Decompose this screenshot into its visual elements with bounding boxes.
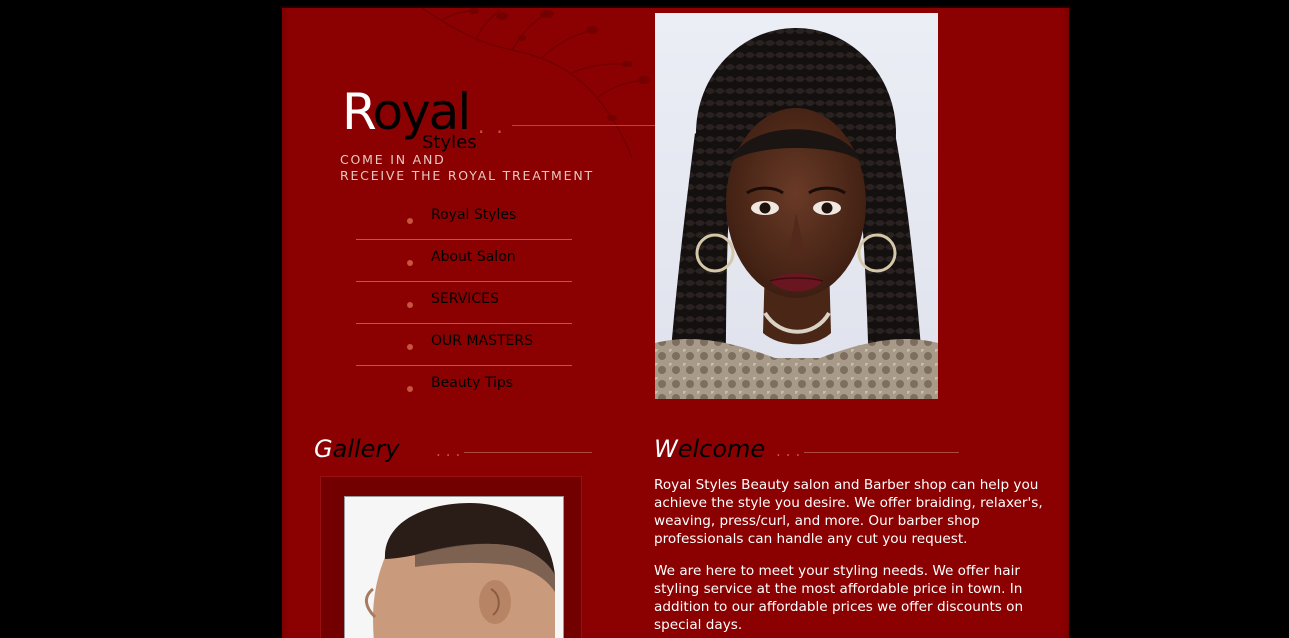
- nav-item-label[interactable]: SERVICES: [431, 290, 499, 308]
- haircut-photo-icon: [345, 497, 563, 638]
- nav-item-beauty-tips[interactable]: Beauty Tips: [356, 366, 572, 408]
- logo-initial: R: [342, 83, 374, 141]
- gallery-title-initial: G: [314, 435, 333, 463]
- hero-portrait-image: [655, 13, 938, 399]
- page-container: Royal .. Styles COME IN AND RECEIVE THE …: [282, 8, 1069, 638]
- logo-subtitle: Styles: [422, 132, 477, 153]
- welcome-title: Welcome: [654, 434, 765, 464]
- gallery-thumbnail[interactable]: [344, 496, 564, 638]
- gallery-heading: Gallery ...: [314, 434, 594, 474]
- welcome-title-initial: W: [654, 435, 678, 463]
- gallery-divider-line: [464, 452, 592, 453]
- welcome-heading: Welcome ...: [654, 434, 959, 474]
- bullet-icon: [407, 344, 413, 350]
- welcome-title-rest: elcome: [677, 435, 766, 463]
- welcome-divider-line: [804, 452, 959, 453]
- nav-item-label[interactable]: About Salon: [431, 248, 516, 266]
- nav-item-label[interactable]: Royal Styles: [431, 206, 516, 224]
- bullet-icon: [407, 386, 413, 392]
- tagline-line-2: RECEIVE THE ROYAL TREATMENT: [340, 168, 594, 183]
- bullet-icon: [407, 302, 413, 308]
- gallery-frame: [320, 476, 582, 638]
- gallery-title-rest: allery: [332, 435, 400, 463]
- welcome-body: Royal Styles Beauty salon and Barber sho…: [654, 476, 1050, 638]
- site-logo[interactable]: Royal .. Styles: [342, 83, 714, 154]
- bullet-icon: [407, 218, 413, 224]
- tagline: COME IN AND RECEIVE THE ROYAL TREATMENT: [340, 152, 594, 184]
- nav-item-about-salon[interactable]: About Salon: [356, 240, 572, 282]
- nav-item-royal-styles[interactable]: Royal Styles: [356, 198, 572, 240]
- logo-dots: ..: [478, 114, 515, 138]
- portrait-photo-icon: [655, 13, 938, 399]
- main-nav: Royal Styles About Salon SERVICES OUR MA…: [356, 198, 572, 408]
- nav-item-label[interactable]: OUR MASTERS: [431, 332, 533, 350]
- nav-item-label[interactable]: Beauty Tips: [431, 374, 513, 392]
- gallery-title: Gallery: [314, 434, 400, 464]
- welcome-paragraph-1: Royal Styles Beauty salon and Barber sho…: [654, 477, 1043, 547]
- nav-item-our-masters[interactable]: OUR MASTERS: [356, 324, 572, 366]
- tagline-line-1: COME IN AND: [340, 152, 446, 167]
- gallery-dots: ...: [436, 442, 466, 460]
- nav-item-services[interactable]: SERVICES: [356, 282, 572, 324]
- welcome-dots: ...: [776, 442, 806, 460]
- bullet-icon: [407, 260, 413, 266]
- welcome-paragraph-2: We are here to meet your styling needs. …: [654, 563, 1024, 633]
